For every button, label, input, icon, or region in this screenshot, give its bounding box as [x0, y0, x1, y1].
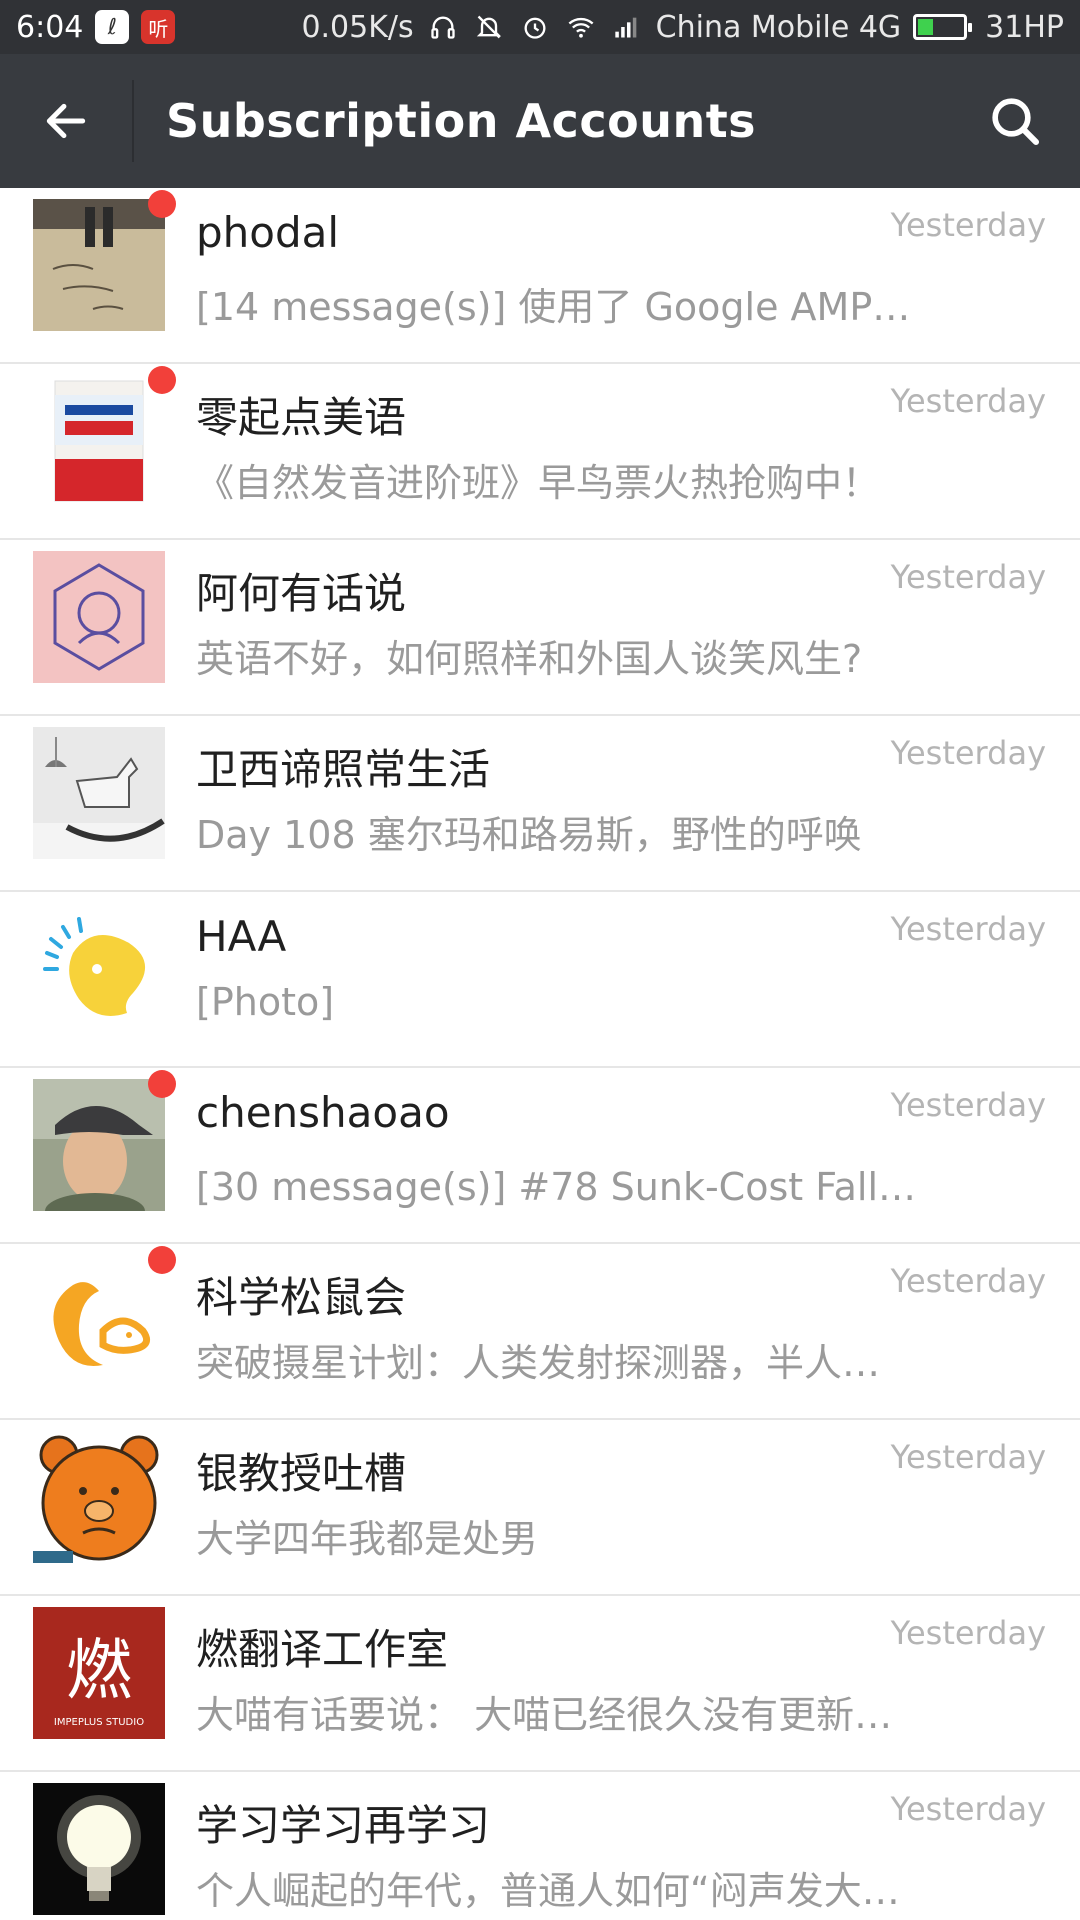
list-item[interactable]: HAA [Photo] Yesterday	[0, 892, 1080, 1068]
avatar	[33, 1783, 165, 1915]
header-divider	[132, 80, 134, 162]
account-name: 科学松鼠会	[196, 1273, 407, 1322]
timestamp: Yesterday	[890, 558, 1046, 596]
arrow-left-icon	[46, 103, 86, 139]
timestamp: Yesterday	[890, 1790, 1046, 1828]
battery-icon	[913, 14, 973, 40]
avatar	[33, 727, 165, 859]
account-name: 卫西谛照常生活	[196, 745, 491, 794]
avatar	[33, 551, 165, 683]
page-title: Subscription Accounts	[166, 94, 757, 148]
timestamp: Yesterday	[890, 910, 1046, 948]
carrier-label: China Mobile 4G	[655, 9, 902, 45]
search-button[interactable]	[950, 54, 1080, 188]
message-preview: Day 108 塞尔玛和路易斯，野性的呼唤	[196, 813, 862, 857]
subscription-list: phodal [14 message(s)] 使用了 Google AMP 网站…	[0, 188, 1080, 1920]
list-item[interactable]: 零起点美语 《自然发音进阶班》早鸟票火热抢购中！ Yesterday	[0, 364, 1080, 540]
message-preview: [14 message(s)] 使用了 Google AMP 网站…	[196, 285, 916, 329]
list-item[interactable]: 卫西谛照常生活 Day 108 塞尔玛和路易斯，野性的呼唤 Yesterday	[0, 716, 1080, 892]
unread-dot	[148, 190, 176, 218]
message-preview: 大喵有话要说： 大喵已经很久没有更新过了	[196, 1693, 916, 1737]
avatar: 燃 IMPEPLUS STUDIO	[33, 1607, 165, 1739]
account-name: phodal	[196, 208, 340, 257]
app-header: Subscription Accounts	[0, 54, 1080, 188]
timestamp: Yesterday	[890, 1086, 1046, 1124]
status-bar: 6:04 ℓ 听 0.05K/s China Mobile 4G 31HP	[0, 0, 1080, 54]
avatar	[33, 1431, 165, 1563]
clock: 6:04	[16, 9, 84, 45]
alarm-icon	[518, 10, 552, 44]
search-icon	[992, 98, 1040, 146]
signal-icon	[610, 10, 644, 44]
message-preview: 个人崛起的年代，普通人如何“闷声发大财”	[196, 1869, 916, 1913]
notification-app-icon: ℓ	[95, 10, 130, 44]
avatar	[33, 903, 165, 1035]
timestamp: Yesterday	[890, 1614, 1046, 1652]
battery-text: 31HP	[985, 9, 1064, 45]
timestamp: Yesterday	[890, 1262, 1046, 1300]
logo-glyph: 燃	[66, 1632, 132, 1709]
list-item[interactable]: 学习学习再学习 个人崛起的年代，普通人如何“闷声发大财” Yesterday	[0, 1772, 1080, 1920]
wifi-icon	[564, 10, 598, 44]
list-item[interactable]: phodal [14 message(s)] 使用了 Google AMP 网站…	[0, 188, 1080, 364]
listen-app-icon: 听	[141, 10, 176, 44]
list-item[interactable]: 银教授吐槽 大学四年我都是处男 Yesterday	[0, 1420, 1080, 1596]
unread-dot	[148, 1246, 176, 1274]
list-item[interactable]: chenshaoao [30 message(s)] #78 Sunk-Cost…	[0, 1068, 1080, 1244]
account-name: 学习学习再学习	[196, 1801, 491, 1850]
message-preview: 《自然发音进阶班》早鸟票火热抢购中！	[196, 461, 881, 505]
account-name: 零起点美语	[196, 393, 407, 442]
unread-dot	[148, 366, 176, 394]
list-item[interactable]: 燃 IMPEPLUS STUDIO 燃翻译工作室 大喵有话要说： 大喵已经很久没…	[0, 1596, 1080, 1772]
list-item[interactable]: 阿何有话说 英语不好，如何照样和外国人谈笑风生? Yesterday	[0, 540, 1080, 716]
avatar	[33, 1255, 165, 1387]
timestamp: Yesterday	[890, 734, 1046, 772]
timestamp: Yesterday	[890, 206, 1046, 244]
muted-bell-icon	[472, 10, 506, 44]
headphones-icon	[426, 10, 460, 44]
back-button[interactable]	[0, 54, 132, 188]
message-preview: 突破摄星计划：人类发射探测器，半人马座…	[196, 1341, 916, 1385]
message-preview: [30 message(s)] #78 Sunk-Cost Fallacy: 沉…	[196, 1165, 916, 1209]
avatar	[33, 1079, 165, 1211]
timestamp: Yesterday	[890, 1438, 1046, 1476]
avatar	[33, 375, 165, 507]
account-name: HAA	[196, 912, 287, 961]
account-name: chenshaoao	[196, 1088, 450, 1137]
message-preview: 大学四年我都是处男	[196, 1517, 539, 1561]
message-preview: 英语不好，如何照样和外国人谈笑风生?	[196, 637, 863, 681]
unread-dot	[148, 1070, 176, 1098]
account-name: 阿何有话说	[196, 569, 407, 618]
timestamp: Yesterday	[890, 382, 1046, 420]
logo-subtitle: IMPEPLUS STUDIO	[54, 1717, 144, 1728]
message-preview: [Photo]	[196, 980, 335, 1024]
account-name: 银教授吐槽	[196, 1449, 407, 1498]
avatar	[33, 199, 165, 331]
account-name: 燃翻译工作室	[196, 1625, 449, 1674]
network-speed: 0.05K/s	[301, 9, 414, 45]
list-item[interactable]: 科学松鼠会 突破摄星计划：人类发射探测器，半人马座… Yesterday	[0, 1244, 1080, 1420]
